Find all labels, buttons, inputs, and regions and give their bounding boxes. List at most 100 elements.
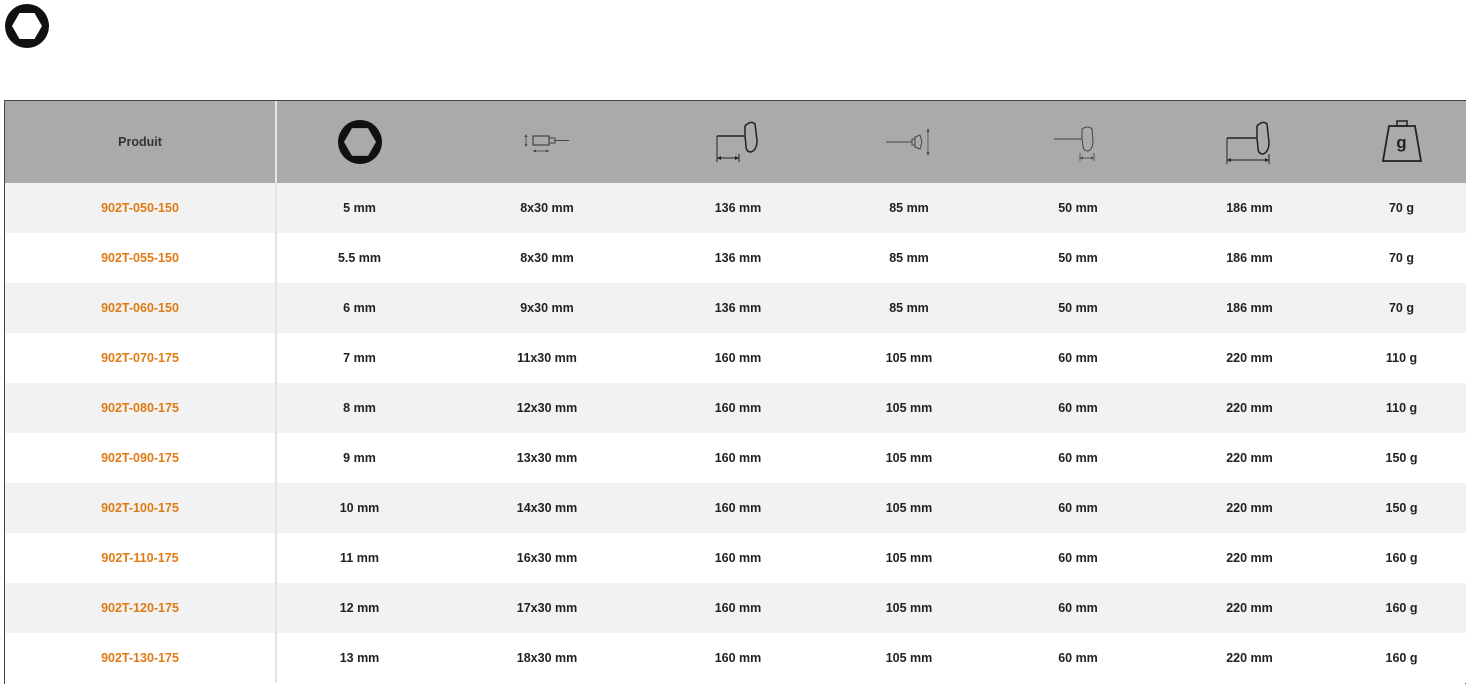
cell-weight: 160 g	[1337, 583, 1466, 633]
cell-bit-size: 8x30 mm	[442, 233, 652, 283]
hex-bit-dimension-icon	[521, 127, 573, 157]
header-handle-height	[824, 101, 994, 183]
cell-hex-size: 6 mm	[277, 283, 442, 333]
header-weight: g	[1337, 101, 1466, 183]
cell-handle-height: 105 mm	[824, 333, 994, 383]
t-handle-blade-length-icon	[713, 118, 763, 166]
cell-blade-length: 160 mm	[652, 433, 824, 483]
cell-handle-width: 60 mm	[994, 533, 1162, 583]
cell-blade-length: 160 mm	[652, 483, 824, 533]
cell-handle-width: 60 mm	[994, 383, 1162, 433]
cell-weight: 70 g	[1337, 233, 1466, 283]
cell-bit-size: 9x30 mm	[442, 283, 652, 333]
cell-bit-size: 16x30 mm	[442, 533, 652, 583]
product-code[interactable]: 902T-120-175	[5, 583, 277, 633]
product-code[interactable]: 902T-090-175	[5, 433, 277, 483]
cell-handle-width: 50 mm	[994, 233, 1162, 283]
weight-unit-label: g	[1396, 133, 1407, 152]
cell-total-length: 220 mm	[1162, 483, 1337, 533]
cell-blade-length: 160 mm	[652, 583, 824, 633]
cell-handle-width: 50 mm	[994, 283, 1162, 333]
cell-weight: 110 g	[1337, 333, 1466, 383]
cell-bit-size: 14x30 mm	[442, 483, 652, 533]
cell-bit-size: 12x30 mm	[442, 383, 652, 433]
cell-handle-width: 60 mm	[994, 333, 1162, 383]
header-product-label: Produit	[118, 135, 162, 149]
product-code[interactable]: 902T-100-175	[5, 483, 277, 533]
header-product: Produit	[5, 101, 277, 183]
product-code[interactable]: 902T-080-175	[5, 383, 277, 433]
weight-icon: g	[1379, 119, 1425, 165]
cell-weight: 150 g	[1337, 483, 1466, 533]
cell-weight: 150 g	[1337, 433, 1466, 483]
cell-handle-width: 50 mm	[994, 183, 1162, 233]
cell-handle-height: 85 mm	[824, 183, 994, 233]
hex-socket-icon	[336, 118, 384, 166]
header-total-length	[1162, 101, 1337, 183]
cell-hex-size: 11 mm	[277, 533, 442, 583]
cell-handle-height: 105 mm	[824, 633, 994, 683]
product-code[interactable]: 902T-070-175	[5, 333, 277, 383]
cell-blade-length: 136 mm	[652, 283, 824, 333]
cell-handle-width: 60 mm	[994, 483, 1162, 533]
cell-total-length: 186 mm	[1162, 233, 1337, 283]
cell-bit-size: 18x30 mm	[442, 633, 652, 683]
cell-total-length: 220 mm	[1162, 633, 1337, 683]
header-handle-width	[994, 101, 1162, 183]
cell-hex-size: 13 mm	[277, 633, 442, 683]
cell-blade-length: 160 mm	[652, 533, 824, 583]
cell-handle-width: 60 mm	[994, 633, 1162, 683]
cell-handle-height: 85 mm	[824, 283, 994, 333]
cell-total-length: 186 mm	[1162, 183, 1337, 233]
product-code[interactable]: 902T-130-175	[5, 633, 277, 683]
t-handle-height-icon	[884, 125, 934, 159]
product-code[interactable]: 902T-110-175	[5, 533, 277, 583]
cell-total-length: 220 mm	[1162, 433, 1337, 483]
product-code[interactable]: 902T-050-150	[5, 183, 277, 233]
cell-weight: 160 g	[1337, 633, 1466, 683]
cell-hex-size: 8 mm	[277, 383, 442, 433]
cell-handle-height: 105 mm	[824, 583, 994, 633]
cell-blade-length: 160 mm	[652, 383, 824, 433]
cell-total-length: 220 mm	[1162, 383, 1337, 433]
cell-handle-height: 85 mm	[824, 233, 994, 283]
cell-total-length: 220 mm	[1162, 533, 1337, 583]
cell-blade-length: 136 mm	[652, 233, 824, 283]
product-code[interactable]: 902T-055-150	[5, 233, 277, 283]
cell-weight: 110 g	[1337, 383, 1466, 433]
t-handle-width-icon	[1052, 121, 1104, 163]
cell-hex-size: 5.5 mm	[277, 233, 442, 283]
cell-blade-length: 160 mm	[652, 333, 824, 383]
cell-total-length: 220 mm	[1162, 583, 1337, 633]
header-bit-size	[442, 101, 652, 183]
cell-hex-size: 12 mm	[277, 583, 442, 633]
cell-handle-height: 105 mm	[824, 383, 994, 433]
cell-handle-width: 60 mm	[994, 583, 1162, 633]
cell-bit-size: 8x30 mm	[442, 183, 652, 233]
cell-weight: 160 g	[1337, 533, 1466, 583]
cell-handle-height: 105 mm	[824, 483, 994, 533]
product-spec-table: Produit g 902T-050-150 5 mm 8x30 mm 136 …	[4, 100, 1466, 684]
cell-hex-size: 9 mm	[277, 433, 442, 483]
cell-handle-height: 105 mm	[824, 433, 994, 483]
product-code[interactable]: 902T-060-150	[5, 283, 277, 333]
cell-handle-width: 60 mm	[994, 433, 1162, 483]
cell-handle-height: 105 mm	[824, 533, 994, 583]
header-hex-size	[277, 101, 442, 183]
t-handle-total-length-icon	[1223, 118, 1277, 166]
cell-weight: 70 g	[1337, 283, 1466, 333]
cell-hex-size: 10 mm	[277, 483, 442, 533]
cell-bit-size: 17x30 mm	[442, 583, 652, 633]
cell-hex-size: 5 mm	[277, 183, 442, 233]
cell-hex-size: 7 mm	[277, 333, 442, 383]
header-blade-length	[652, 101, 824, 183]
spec-grid: Produit g 902T-050-150 5 mm 8x30 mm 136 …	[5, 101, 1466, 683]
cell-total-length: 220 mm	[1162, 333, 1337, 383]
cell-bit-size: 13x30 mm	[442, 433, 652, 483]
cell-blade-length: 136 mm	[652, 183, 824, 233]
cell-weight: 70 g	[1337, 183, 1466, 233]
cell-total-length: 186 mm	[1162, 283, 1337, 333]
cell-blade-length: 160 mm	[652, 633, 824, 683]
hex-logo-icon	[4, 3, 50, 49]
cell-bit-size: 11x30 mm	[442, 333, 652, 383]
